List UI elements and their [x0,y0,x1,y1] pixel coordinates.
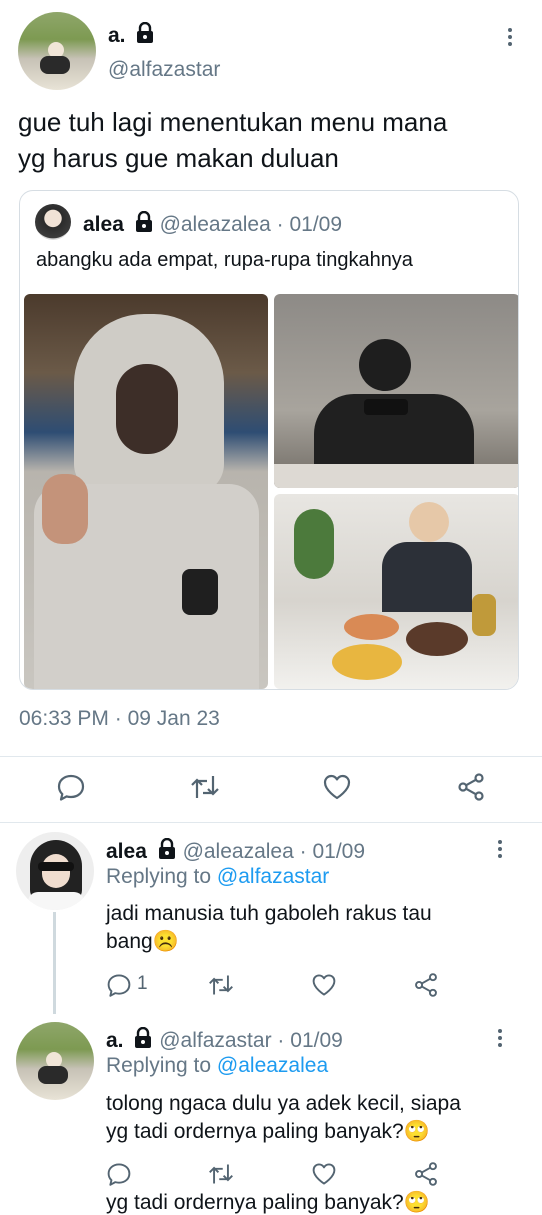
lock-icon [135,211,152,232]
author-avatar[interactable] [18,12,96,90]
retweet-icon[interactable] [189,772,221,802]
reply-name[interactable]: a. [106,1029,124,1052]
replying-to-link[interactable]: @aleazalea [217,1054,328,1077]
reply-text: jadi manusia tuh gaboleh rakus tau bang☹… [106,902,432,953]
reply-avatar[interactable] [16,832,94,910]
reply-header: a. @alfazastar · 01/09 [106,1027,343,1052]
author-name[interactable]: a. [108,24,126,47]
like-icon[interactable] [311,1161,337,1187]
quoted-photo-3[interactable] [274,494,518,689]
divider [0,756,542,757]
lock-icon [137,22,154,43]
reply-avatar[interactable] [16,1022,94,1100]
quoted-avatar[interactable] [35,204,71,240]
replying-to: Replying to @alfazastar [106,865,330,888]
retweet-icon[interactable] [207,1161,235,1187]
share-icon[interactable] [413,972,439,998]
replying-to: Replying to @aleazalea [106,1054,329,1077]
quoted-photo-1[interactable] [24,294,268,689]
cut-off-text: yg tadi ordernya paling banyak?🙄 [106,1191,430,1214]
tweet-timestamp[interactable]: 06:33 PM · 09 Jan 23 [19,707,220,731]
share-icon[interactable] [413,1161,439,1187]
reply-handle[interactable]: @alfazastar [159,1029,271,1052]
quoted-tweet-card[interactable]: alea @aleazalea · 01/09 abangku ada empa… [19,190,519,690]
reply-text: tolong ngaca dulu ya adek kecil, siapa y… [106,1092,461,1143]
divider [0,822,542,823]
lock-icon [135,1027,152,1048]
more-icon[interactable] [497,840,503,858]
quoted-date: 01/09 [289,213,343,236]
quoted-text: abangku ada empat, rupa-rupa tingkahnya [36,249,413,271]
quoted-handle: @aleazalea [159,213,271,236]
reply-handle[interactable]: @aleazalea [183,840,294,863]
tweet-text: gue tuh lagi menentukan menu mana yg har… [18,107,448,173]
thread-line [53,912,56,1014]
quoted-photo-2[interactable] [274,294,518,488]
share-icon[interactable] [456,772,486,802]
like-icon[interactable] [322,772,352,802]
reply-icon[interactable] [106,972,132,998]
lock-icon [158,838,175,859]
reply-icon[interactable] [56,772,86,802]
reply-name[interactable]: alea [106,840,147,863]
quoted-header: alea @aleazalea · 01/09 [83,211,343,236]
replying-to-link[interactable]: @alfazastar [217,865,329,888]
reply-icon[interactable] [106,1161,132,1187]
author-name-row[interactable]: a. [108,22,155,48]
more-icon[interactable] [497,1029,503,1047]
reply-count: 1 [137,973,148,994]
reply-header: alea @aleazalea · 01/09 [106,838,366,863]
quoted-name[interactable]: alea [83,213,124,236]
reply-date[interactable]: 01/09 [312,840,365,863]
author-handle[interactable]: @alfazastar [108,58,220,82]
retweet-icon[interactable] [207,972,235,998]
like-icon[interactable] [311,972,337,998]
more-icon[interactable] [507,28,513,46]
reply-date[interactable]: 01/09 [290,1029,343,1052]
